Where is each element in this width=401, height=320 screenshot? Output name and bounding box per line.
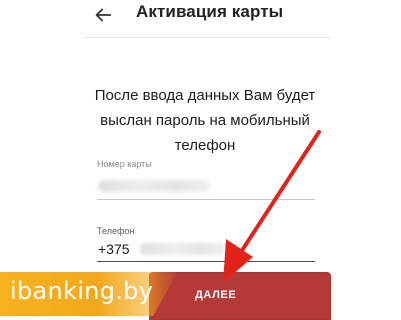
card-number-value-redacted (98, 180, 210, 192)
back-arrow-icon[interactable] (92, 4, 114, 26)
next-button-label: ДАЛЕЕ (195, 289, 237, 301)
phone-prefix: +375 (98, 241, 130, 257)
screen: Активация карты После ввода данных Вам б… (0, 0, 401, 320)
watermark-text: ibanking.by (10, 277, 154, 305)
page-title: Активация карты (136, 2, 284, 21)
app-bar: Активация карты (84, 0, 327, 36)
phone-underline (97, 261, 315, 262)
card-number-label: Номер карты (97, 159, 152, 169)
app-bar-divider (84, 37, 331, 38)
info-text: После ввода данных Вам будет выслан паро… (94, 87, 316, 154)
card-number-underline (97, 199, 315, 200)
phone-label: Телефон (97, 226, 135, 236)
next-button[interactable]: ДАЛЕЕ (149, 272, 331, 320)
phone-value-redacted (140, 243, 226, 255)
